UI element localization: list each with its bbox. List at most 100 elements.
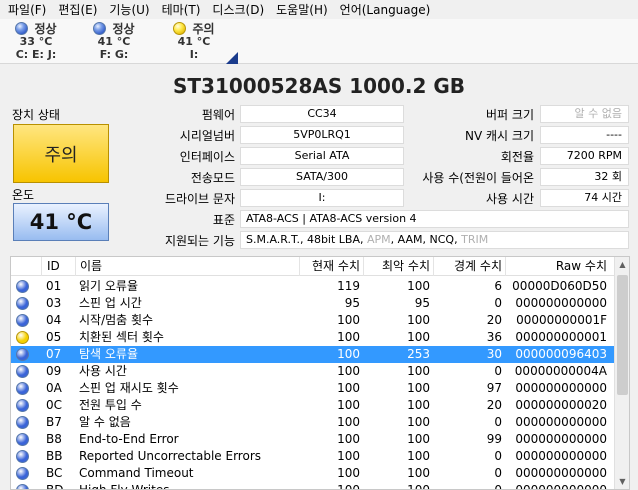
standard-value: ATA8-ACS | ATA8-ACS version 4: [240, 210, 629, 228]
cell-threshold: 6: [494, 279, 502, 293]
feature-item: S.M.A.R.T.: [246, 233, 300, 246]
menu-item-4[interactable]: 디스크(D): [206, 1, 270, 19]
status-dot-icon: [16, 450, 29, 463]
cell-worst: 100: [407, 483, 430, 490]
buffer-size-label: 버퍼 크기: [486, 108, 534, 122]
cell-current: 100: [337, 364, 360, 378]
cell-threshold: 30: [486, 347, 502, 361]
cell-raw: 00000D060D50: [512, 279, 607, 293]
feature-item: ,: [422, 233, 430, 246]
cell-worst: 100: [407, 449, 430, 463]
cell-raw: 000000000000: [515, 296, 607, 310]
cell-current: 100: [337, 398, 360, 412]
table-row[interactable]: 05 치환된 섹터 횟수 100 100 36 000000000001: [11, 329, 615, 346]
cell-id: 0A: [46, 381, 62, 395]
header-raw[interactable]: Raw 수치: [505, 257, 613, 276]
menu-item-2[interactable]: 기능(U): [103, 1, 155, 19]
features-label: 지원되는 기능: [164, 234, 235, 248]
table-row[interactable]: 07 탐색 오류율 100 253 30 000000096403: [11, 346, 615, 363]
feature-item: ,: [360, 233, 367, 246]
disk-status-bar: 정상 33 °C C: E: J: 정상 41 °C F: G: 주의 41 °…: [0, 19, 638, 64]
header-worst[interactable]: 최악 수치: [363, 257, 433, 276]
cell-raw: 000000000000: [515, 381, 607, 395]
cell-worst: 100: [407, 364, 430, 378]
menu-item-1[interactable]: 편집(E): [52, 1, 103, 19]
cell-worst: 253: [407, 347, 430, 361]
cell-id: B7: [46, 415, 62, 429]
cell-threshold: 0: [494, 449, 502, 463]
disk-tab-2[interactable]: 정상 41 °C F: G:: [78, 21, 150, 63]
temperature-button[interactable]: 41 °C: [13, 203, 109, 241]
disk-temp: 33 °C: [19, 35, 53, 48]
rotation-rate-value: 7200 RPM: [540, 147, 629, 165]
menu-item-3[interactable]: 테마(T): [156, 1, 207, 19]
scroll-down-icon[interactable]: ▼: [615, 474, 629, 489]
disk-drives: I:: [189, 48, 199, 61]
status-dot-icon: [15, 21, 29, 35]
table-row[interactable]: BB Reported Uncorrectable Errors 100 100 0 00…: [11, 448, 615, 465]
menu-item-6[interactable]: 언어(Language): [334, 1, 437, 19]
header-id[interactable]: ID: [41, 257, 75, 276]
health-status-button[interactable]: 주의: [13, 124, 109, 183]
header-name[interactable]: 이름: [75, 257, 299, 276]
feature-item: ,: [390, 233, 398, 246]
disk-tab-3[interactable]: 주의 41 °C I:: [158, 21, 230, 63]
feature-item: 48bit LBA: [306, 233, 360, 246]
cell-worst: 100: [407, 466, 430, 480]
cell-threshold: 0: [494, 483, 502, 490]
table-row[interactable]: 01 읽기 오류율 119 100 6 00000D060D50: [11, 278, 615, 295]
cell-id: 04: [46, 313, 62, 327]
scroll-thumb[interactable]: [617, 275, 628, 395]
power-on-count-label: 사용 수(전원이 들어온: [422, 171, 534, 185]
cell-threshold: 0: [494, 415, 502, 429]
cell-threshold: 20: [486, 398, 502, 412]
header-status[interactable]: [11, 257, 41, 276]
table-row[interactable]: B8 End-to-End Error 100 100 99 000000000000: [11, 431, 615, 448]
serial-value: 5VP0LRQ1: [240, 126, 404, 144]
feature-item: TRIM: [461, 233, 489, 246]
drive-letter-value: I:: [240, 189, 404, 207]
table-row[interactable]: 04 시작/멈춤 횟수 100 100 20 00000000001F: [11, 312, 615, 329]
disk-tab-1[interactable]: 정상 33 °C C: E: J:: [0, 21, 72, 63]
cell-id: 09: [46, 364, 62, 378]
feature-item: NCQ: [429, 233, 455, 246]
table-scrollbar[interactable]: ▲ ▼: [614, 257, 629, 489]
cell-raw: 000000000000: [515, 432, 607, 446]
feature-item: AAM: [397, 233, 423, 246]
table-row[interactable]: BC Command Timeout 100 100 0 000000000000: [11, 465, 615, 482]
status-dot-icon: [16, 399, 29, 412]
device-status-label: 장치 상태: [12, 108, 60, 122]
cell-name: 읽기 오류율: [79, 279, 139, 293]
table-row[interactable]: 0A 스핀 업 재시도 횟수 100 100 97 000000000000: [11, 380, 615, 397]
header-current[interactable]: 현재 수치: [299, 257, 363, 276]
cell-current: 100: [337, 381, 360, 395]
cell-name: Reported Uncorrectable Errors: [79, 449, 262, 463]
scroll-up-icon[interactable]: ▲: [615, 257, 629, 272]
table-row[interactable]: 09 사용 시간 100 100 0 00000000004A: [11, 363, 615, 380]
header-threshold[interactable]: 경계 수치: [433, 257, 505, 276]
status-dot-icon: [16, 280, 29, 293]
cell-name: 치환된 섹터 횟수: [79, 330, 164, 344]
feature-item: ,: [299, 233, 307, 246]
menu-item-5[interactable]: 도움말(H): [270, 1, 334, 19]
status-dot-icon: [16, 331, 29, 344]
cell-id: BB: [46, 449, 63, 463]
interface-value: Serial ATA: [240, 147, 404, 165]
table-row[interactable]: BD High Fly Writes 100 100 0 000000000000: [11, 482, 615, 490]
table-header: ID 이름 현재 수치 최악 수치 경계 수치 Raw 수치: [11, 257, 615, 276]
cell-worst: 100: [407, 330, 430, 344]
cell-id: BC: [46, 466, 63, 480]
table-row[interactable]: B7 알 수 없음 100 100 0 000000000000: [11, 414, 615, 431]
serial-label: 시리얼넘버: [179, 129, 235, 143]
cell-worst: 95: [414, 296, 430, 310]
nv-cache-value: ----: [540, 126, 629, 144]
table-row[interactable]: 03 스핀 업 시간 95 95 0 000000000000: [11, 295, 615, 312]
table-row[interactable]: 0C 전원 투입 수 100 100 20 000000000020: [11, 397, 615, 414]
cell-name: 알 수 없음: [79, 415, 131, 429]
cell-worst: 100: [407, 415, 430, 429]
disk-drives: F: G:: [99, 48, 129, 61]
disk-status: 정상: [112, 21, 135, 36]
cell-raw: 000000096403: [515, 347, 607, 361]
menu-item-0[interactable]: 파일(F): [2, 1, 52, 19]
status-dot-icon: [16, 433, 29, 446]
